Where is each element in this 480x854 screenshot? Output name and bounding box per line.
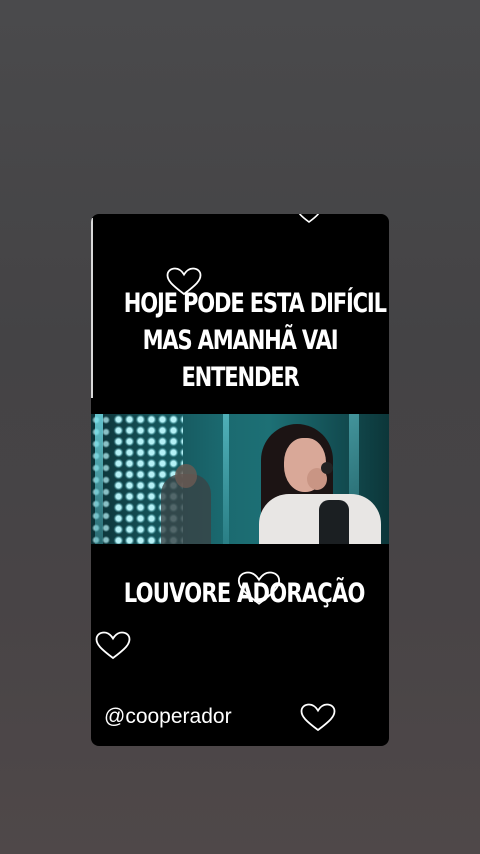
headline-line-1: HOJE PODE ESTA DIFÍCIL	[123, 288, 387, 319]
light-bar	[223, 414, 229, 544]
heart-outline-icon	[298, 214, 320, 224]
light-bar	[95, 414, 103, 544]
microphone-icon	[321, 462, 333, 474]
subheadline: LOUVORE ADORAÇÃO	[123, 578, 366, 609]
heart-outline-icon	[300, 703, 336, 732]
headline-line-3: ENTENDER	[181, 362, 299, 393]
story-card: HOJE PODE ESTA DIFÍCIL MAS AMANHÃ VAI EN…	[91, 214, 389, 746]
background-musician-head	[175, 464, 197, 488]
singer-vest	[319, 500, 349, 544]
singer-video-clip[interactable]	[91, 414, 389, 544]
heart-outline-icon	[95, 631, 131, 660]
card-edge-line	[91, 218, 93, 398]
story-background: { "story": { "headline_lines": ["HOJE PO…	[0, 0, 480, 854]
headline-line-2: MAS AMANHÃ VAI	[142, 325, 339, 356]
account-handle[interactable]: @cooperador	[104, 705, 232, 729]
